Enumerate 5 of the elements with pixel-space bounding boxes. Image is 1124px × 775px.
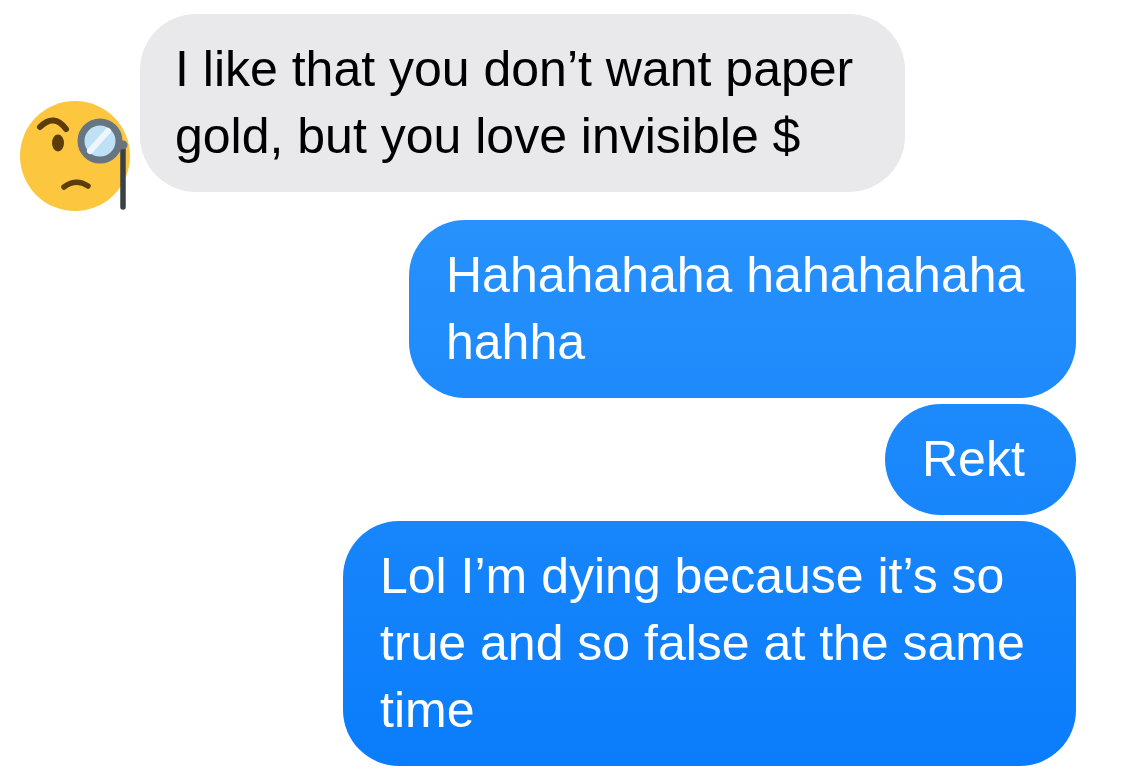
incoming-message: I like that you don’t want paper gold, but you love invisible $: [140, 14, 905, 192]
outgoing-message: Hahahahaha hahahahaha hahha: [409, 220, 1076, 398]
outgoing-message: Lol I’m dying because it’s so true and so false at the same time: [343, 521, 1076, 766]
monocle-face-icon: [20, 101, 132, 211]
outgoing-message: Rekt: [885, 404, 1076, 515]
